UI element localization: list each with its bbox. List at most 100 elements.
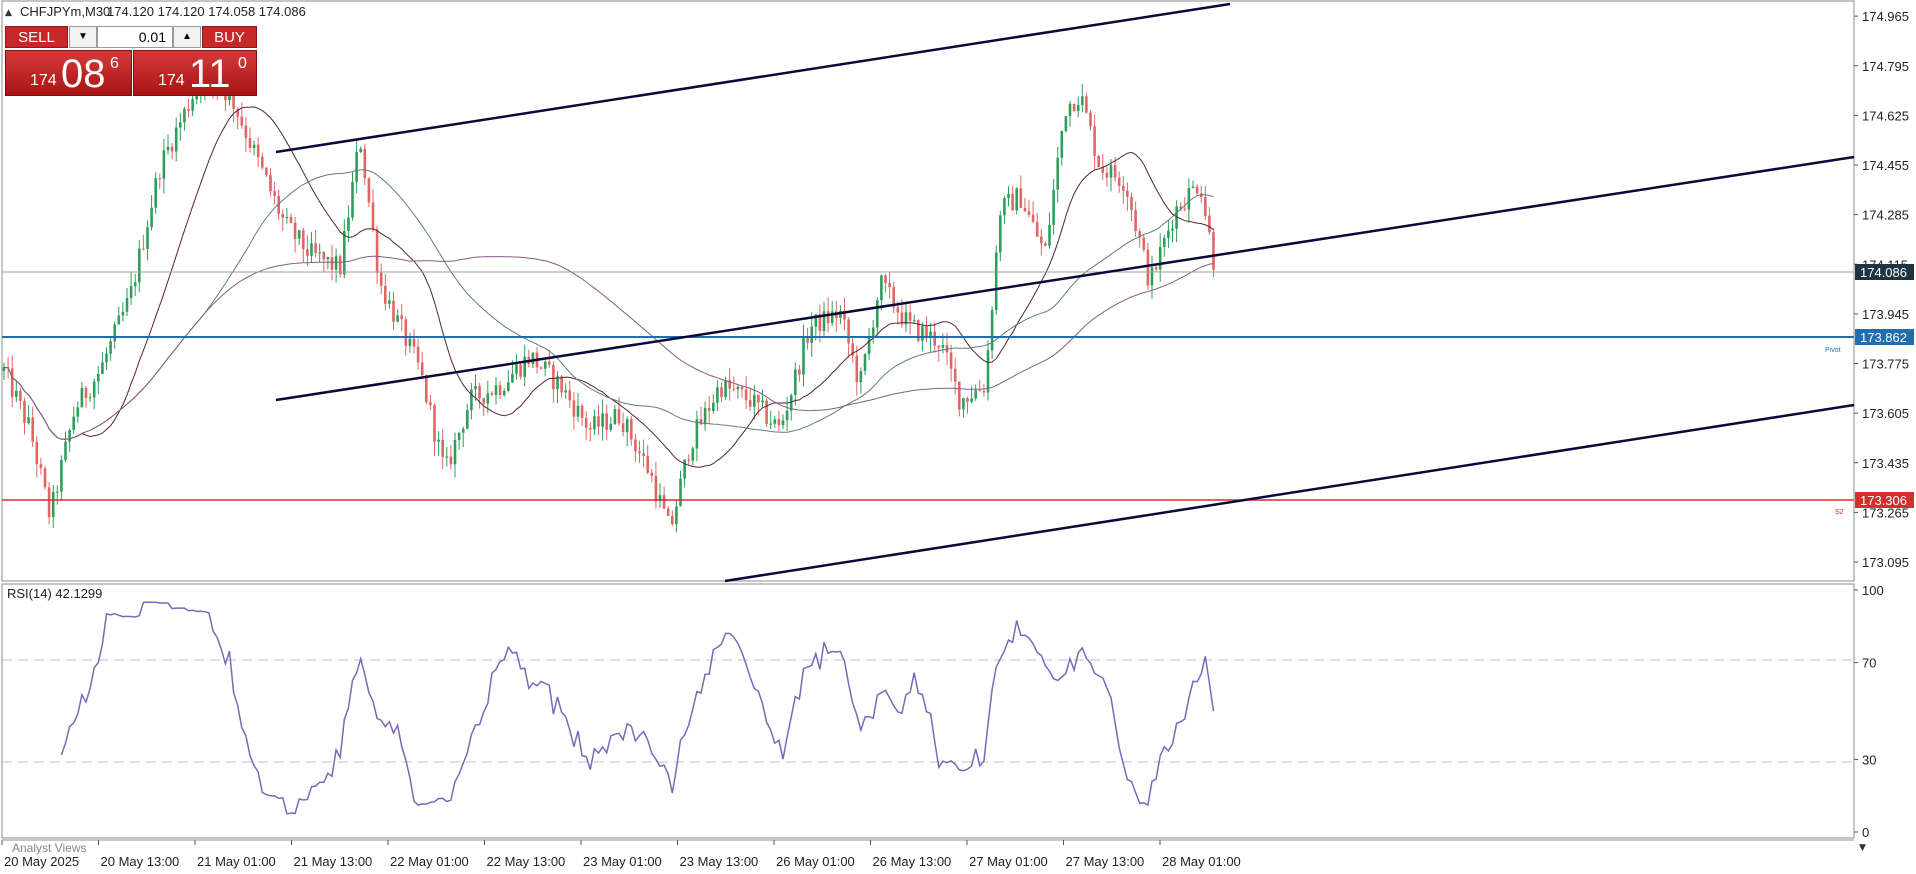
candle-body [765,400,768,424]
candle-body [584,418,588,428]
collapse-arrow-icon[interactable]: ▲ [5,8,12,18]
candle-body [285,217,289,219]
candle-body [289,217,293,223]
candle-body [293,222,297,239]
candle-body [638,451,641,454]
candle-body [404,319,408,346]
candle-body [35,441,39,465]
candle-body [1167,230,1170,239]
ohlc-values: 174.120 174.120 174.058 174.086 [107,4,306,19]
candle-body [379,272,383,286]
pivot-level-label: Pivot [1825,347,1841,354]
candle-body [1019,188,1023,208]
candle-body [937,345,941,348]
price-tick-label: 173.605 [1862,406,1909,421]
candle-body [68,430,71,442]
scroll-down-icon[interactable]: ▼ [1859,843,1866,853]
price-tick-label: 174.625 [1862,108,1909,123]
candle-body [1040,236,1043,244]
candle-body [19,390,22,401]
candle-body [170,146,174,152]
candle-body [433,405,436,442]
buy-price-big: 11 [189,52,231,96]
candle-body [1035,221,1039,237]
candle-body [703,407,707,425]
candle-body [27,417,30,424]
candle-body [958,381,961,410]
candle-body [1081,96,1084,105]
candle-body [244,125,248,139]
candle-body [691,448,695,461]
sell-price-prefix: 174 [30,72,57,89]
candle-body [1163,238,1166,248]
lot-increase-button[interactable]: ▲ [173,26,201,48]
candle-body [580,405,584,419]
candle-body [880,275,883,301]
candle-body [650,472,654,476]
channel-lower-line[interactable] [724,403,1855,583]
rsi-tick-label: 0 [1862,825,1869,840]
candle-body [408,338,412,346]
lot-size-input[interactable]: 0.01 [97,26,173,48]
candle-body [441,439,444,457]
buy-price-display[interactable]: 174 11 0 [133,50,257,96]
candle-body [777,419,781,426]
candle-body [605,413,608,430]
candle-body [736,386,740,390]
candle-body [466,410,469,429]
candle-body [912,320,916,322]
candle-body [306,249,309,256]
moving-averages-group [3,106,1214,468]
candle-body [412,338,416,347]
sell-price-sup: 6 [110,55,119,72]
candle-body [142,248,145,250]
candle-body [457,432,461,440]
sell-button[interactable]: SELL [5,26,68,48]
candle-body [56,491,59,493]
candle-body [642,453,645,456]
candle-body [15,390,18,397]
candle-body [974,390,977,399]
candle-body [453,439,457,465]
candle-body [129,286,133,299]
candle-body [261,156,264,168]
candle-body [248,138,252,148]
current-price-label: 174.086 [1860,265,1907,280]
candle-body [420,362,424,376]
candle-body [179,122,182,128]
buy-button[interactable]: BUY [202,26,257,48]
chart-canvas[interactable]: 174.965 174.795 174.625 174.455 174.285 174.1… [0,0,1916,874]
candle-body [101,362,104,374]
candle-body [617,409,621,424]
candle-body [375,229,379,273]
candle-body [1089,112,1092,127]
candle-body [92,381,96,398]
candle-body [871,327,875,338]
candle-body [474,386,477,390]
candle-body [392,300,395,322]
sell-price-display[interactable]: 174 08 6 [5,50,132,96]
candle-body [781,420,785,426]
candle-body [351,181,354,218]
candle-body [876,300,879,328]
candle-body [593,416,596,430]
candle-body [634,439,637,452]
candle-body [1113,164,1117,178]
candle-body [576,405,580,417]
candle-body [1015,188,1018,211]
candle-body [1142,237,1146,250]
candle-body [564,390,567,393]
candle-body [1007,193,1010,199]
lot-decrease-button[interactable]: ▼ [69,26,97,48]
chevron-up-icon: ▲ [182,31,192,42]
channel-upper-line[interactable] [275,2,1231,154]
candle-body [908,312,912,321]
candle-body [482,398,485,404]
candle-body [1105,172,1109,178]
candle-body [999,215,1002,253]
buy-price-prefix: 174 [158,72,185,89]
candle-body [740,386,744,390]
channel-middle-line[interactable] [275,155,1855,402]
candle-body [302,230,305,250]
analyst-views-tab[interactable]: Analyst Views [12,841,86,855]
